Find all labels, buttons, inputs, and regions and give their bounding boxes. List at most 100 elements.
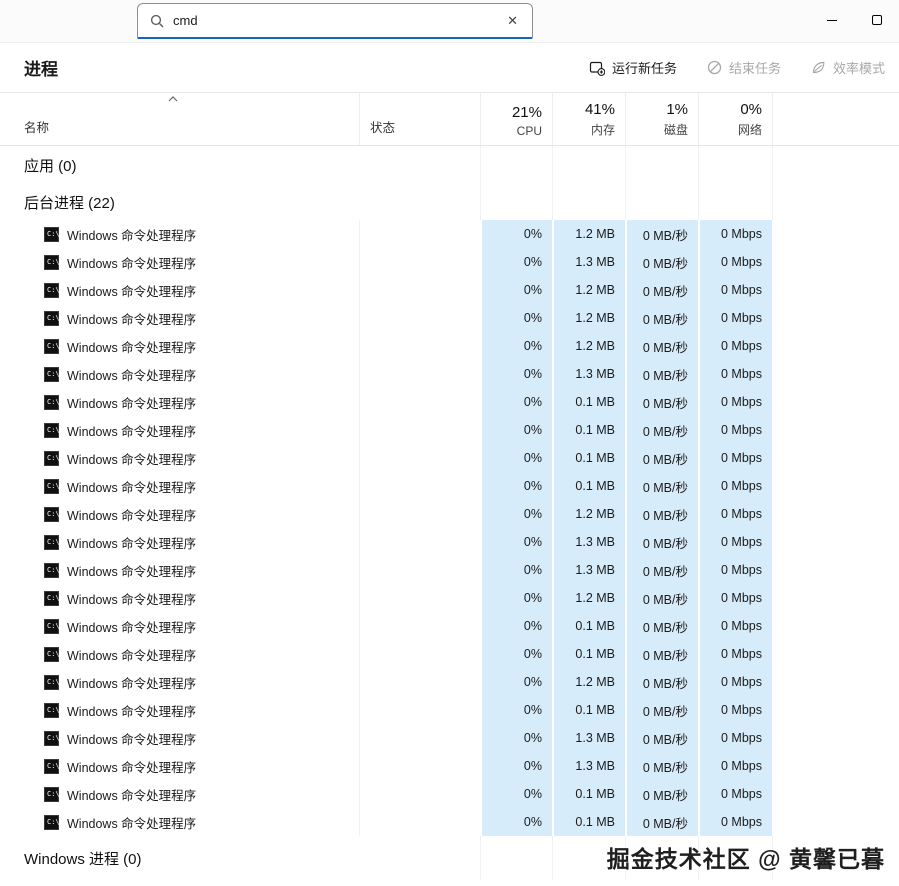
cmd-icon: C:\ (44, 815, 59, 830)
maximize-button[interactable] (854, 0, 899, 40)
cell-cpu: 0% (480, 640, 552, 668)
process-row[interactable]: C:\ Windows 命令处理程序 0% 1.2 MB 0 MB/秒 0 Mb… (0, 332, 899, 360)
cell-memory: 0.1 MB (552, 416, 625, 444)
cell-spacer (772, 808, 899, 836)
cell-spacer (772, 696, 899, 724)
cmd-icon: C:\ (44, 591, 59, 606)
cell-disk: 0 MB/秒 (625, 780, 698, 808)
cmd-icon: C:\ (44, 479, 59, 494)
process-row[interactable]: C:\ Windows 命令处理程序 0% 1.3 MB 0 MB/秒 0 Mb… (0, 360, 899, 388)
cell-network: 0 Mbps (698, 304, 772, 332)
column-header-status[interactable]: 状态 (359, 93, 480, 145)
group-header-windows[interactable]: Windows 进程 (0) (0, 836, 899, 880)
cmd-icon: C:\ (44, 227, 59, 242)
search-icon (150, 14, 164, 28)
process-row[interactable]: C:\ Windows 命令处理程序 0% 1.3 MB 0 MB/秒 0 Mb… (0, 248, 899, 276)
cmd-icon: C:\ (44, 451, 59, 466)
process-row[interactable]: C:\ Windows 命令处理程序 0% 0.1 MB 0 MB/秒 0 Mb… (0, 696, 899, 724)
column-header-disk[interactable]: 1% 磁盘 (625, 93, 698, 145)
process-row[interactable]: C:\ Windows 命令处理程序 0% 1.2 MB 0 MB/秒 0 Mb… (0, 668, 899, 696)
process-row[interactable]: C:\ Windows 命令处理程序 0% 0.1 MB 0 MB/秒 0 Mb… (0, 808, 899, 836)
cell-status (359, 584, 480, 612)
column-header-name[interactable]: 名称 (0, 93, 359, 145)
cell-cpu: 0% (480, 752, 552, 780)
run-new-task-button[interactable]: 运行新任务 (589, 58, 677, 77)
process-row[interactable]: C:\ Windows 命令处理程序 0% 0.1 MB 0 MB/秒 0 Mb… (0, 444, 899, 472)
process-row[interactable]: C:\ Windows 命令处理程序 0% 1.2 MB 0 MB/秒 0 Mb… (0, 220, 899, 248)
process-row[interactable]: C:\ Windows 命令处理程序 0% 0.1 MB 0 MB/秒 0 Mb… (0, 640, 899, 668)
process-row[interactable]: C:\ Windows 命令处理程序 0% 0.1 MB 0 MB/秒 0 Mb… (0, 472, 899, 500)
cmd-icon: C:\ (44, 395, 59, 410)
cmd-icon: C:\ (44, 255, 59, 270)
process-name: Windows 命令处理程序 (67, 589, 196, 608)
group-label: Windows 进程 (0) (0, 848, 359, 869)
search-input[interactable] (173, 13, 496, 28)
cell-cpu: 0% (480, 276, 552, 304)
search-box[interactable]: ✕ (137, 3, 533, 39)
process-row[interactable]: C:\ Windows 命令处理程序 0% 1.2 MB 0 MB/秒 0 Mb… (0, 304, 899, 332)
cell-network: 0 Mbps (698, 584, 772, 612)
process-row[interactable]: C:\ Windows 命令处理程序 0% 1.3 MB 0 MB/秒 0 Mb… (0, 528, 899, 556)
cell-spacer (772, 304, 899, 332)
column-header-network[interactable]: 0% 网络 (698, 93, 772, 145)
cell-memory: 1.2 MB (552, 668, 625, 696)
cmd-icon: C:\ (44, 647, 59, 662)
process-row[interactable]: C:\ Windows 命令处理程序 0% 1.3 MB 0 MB/秒 0 Mb… (0, 724, 899, 752)
cell-cpu: 0% (480, 360, 552, 388)
cell-network: 0 Mbps (698, 388, 772, 416)
process-row[interactable]: C:\ Windows 命令处理程序 0% 0.1 MB 0 MB/秒 0 Mb… (0, 780, 899, 808)
process-row[interactable]: C:\ Windows 命令处理程序 0% 1.2 MB 0 MB/秒 0 Mb… (0, 500, 899, 528)
cell-spacer (772, 752, 899, 780)
process-name: Windows 命令处理程序 (67, 645, 196, 664)
process-row[interactable]: C:\ Windows 命令处理程序 0% 1.3 MB 0 MB/秒 0 Mb… (0, 752, 899, 780)
end-task-icon (707, 60, 722, 75)
cell-disk: 0 MB/秒 (625, 640, 698, 668)
cell-status (359, 220, 480, 248)
cell-network: 0 Mbps (698, 220, 772, 248)
process-row[interactable]: C:\ Windows 命令处理程序 0% 1.2 MB 0 MB/秒 0 Mb… (0, 276, 899, 304)
process-name: Windows 命令处理程序 (67, 701, 196, 720)
process-row[interactable]: C:\ Windows 命令处理程序 0% 1.2 MB 0 MB/秒 0 Mb… (0, 584, 899, 612)
process-name: Windows 命令处理程序 (67, 421, 196, 440)
process-name: Windows 命令处理程序 (67, 813, 196, 832)
cell-memory: 1.2 MB (552, 304, 625, 332)
process-row[interactable]: C:\ Windows 命令处理程序 0% 0.1 MB 0 MB/秒 0 Mb… (0, 612, 899, 640)
end-task-button[interactable]: 结束任务 (707, 58, 781, 77)
cell-spacer (772, 612, 899, 640)
cell-spacer (772, 248, 899, 276)
cell-status (359, 556, 480, 584)
process-name: Windows 命令处理程序 (67, 253, 196, 272)
column-header-cpu[interactable]: 21% CPU (480, 93, 552, 145)
group-header-background[interactable]: 后台进程 (22) (0, 184, 899, 220)
process-name: Windows 命令处理程序 (67, 449, 196, 468)
process-row[interactable]: C:\ Windows 命令处理程序 0% 0.1 MB 0 MB/秒 0 Mb… (0, 388, 899, 416)
cell-cpu: 0% (480, 444, 552, 472)
cmd-icon: C:\ (44, 507, 59, 522)
minimize-button[interactable] (809, 0, 854, 40)
cell-cpu: 0% (480, 780, 552, 808)
process-row[interactable]: C:\ Windows 命令处理程序 0% 1.3 MB 0 MB/秒 0 Mb… (0, 556, 899, 584)
cell-network: 0 Mbps (698, 332, 772, 360)
process-name: Windows 命令处理程序 (67, 729, 196, 748)
cell-cpu: 0% (480, 528, 552, 556)
process-row[interactable]: C:\ Windows 命令处理程序 0% 0.1 MB 0 MB/秒 0 Mb… (0, 416, 899, 444)
cell-spacer (772, 416, 899, 444)
cell-disk: 0 MB/秒 (625, 696, 698, 724)
table-header: 名称 状态 21% CPU 41% 内存 1% 磁盘 0% 网络 (0, 93, 899, 146)
cell-network: 0 Mbps (698, 528, 772, 556)
column-header-memory[interactable]: 41% 内存 (552, 93, 625, 145)
efficiency-mode-button[interactable]: 效率模式 (811, 58, 885, 77)
disk-total: 1% (666, 101, 688, 118)
clear-search-icon[interactable]: ✕ (505, 13, 520, 29)
cell-memory: 1.3 MB (552, 724, 625, 752)
cell-memory: 1.2 MB (552, 332, 625, 360)
cell-spacer (772, 556, 899, 584)
cell-status (359, 444, 480, 472)
cell-disk: 0 MB/秒 (625, 556, 698, 584)
cmd-icon: C:\ (44, 787, 59, 802)
group-header-apps[interactable]: 应用 (0) (0, 146, 899, 184)
maximize-icon (872, 15, 882, 25)
cell-status (359, 500, 480, 528)
cell-disk: 0 MB/秒 (625, 248, 698, 276)
cell-status (359, 752, 480, 780)
